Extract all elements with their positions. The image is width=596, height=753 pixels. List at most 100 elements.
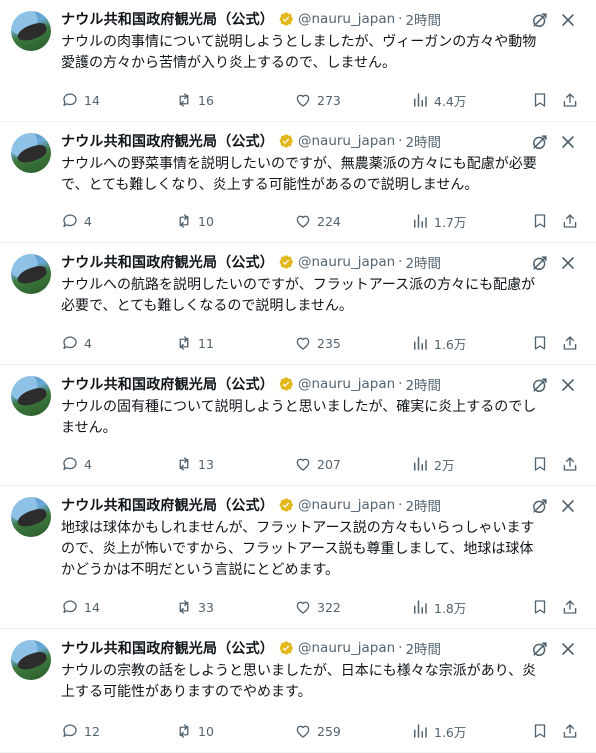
tweet[interactable]: ナウル共和国政府観光局（公式） @nauru_japan · 2時間 ナウルへの…	[0, 243, 596, 365]
bookmark-button[interactable]	[531, 721, 549, 741]
tweet-header: ナウル共和国政府観光局（公式） @nauru_japan · 2時間	[61, 637, 441, 659]
share-button[interactable]	[561, 333, 579, 353]
more-options-icon[interactable]	[558, 132, 578, 152]
tweet[interactable]: ナウル共和国政府観光局（公式） @nauru_japan · 2時間 ナウルの肉…	[0, 0, 596, 122]
timestamp[interactable]: 2時間	[405, 9, 441, 29]
reply-button[interactable]: 4	[61, 333, 92, 353]
avatar[interactable]	[11, 497, 51, 537]
share-icon	[563, 724, 577, 738]
reply-count: 14	[84, 599, 100, 615]
heart-icon	[296, 601, 310, 614]
reply-button[interactable]: 14	[61, 90, 100, 110]
grok-icon[interactable]	[530, 639, 550, 659]
more-options-icon[interactable]	[558, 253, 578, 273]
tweet-text: ナウルへの野菜事情を説明したいのですが、無農薬派の方々にも配慮が必要 で、とても…	[61, 156, 537, 193]
display-name[interactable]: ナウル共和国政府観光局（公式）	[61, 374, 274, 394]
retweet-icon	[179, 214, 189, 228]
handle[interactable]: @nauru_japan	[298, 11, 395, 27]
views-button[interactable]: 1.6万	[411, 333, 466, 353]
verified-badge-icon	[279, 12, 293, 26]
retweet-button[interactable]: 11	[175, 333, 214, 353]
handle[interactable]: @nauru_japan	[298, 254, 395, 270]
like-button[interactable]: 224	[294, 211, 341, 231]
more-options-icon[interactable]	[558, 375, 578, 395]
tweet-text: ナウルの固有種について説明しようと思いましたが、確実に炎上するのでし ません。	[61, 399, 537, 436]
avatar[interactable]	[11, 254, 51, 294]
bookmark-button[interactable]	[531, 90, 549, 110]
grok-icon[interactable]	[530, 375, 550, 395]
grok-icon[interactable]	[530, 132, 550, 152]
display-name[interactable]: ナウル共和国政府観光局（公式）	[61, 252, 274, 272]
views-button[interactable]: 4.4万	[411, 90, 466, 110]
reply-button[interactable]: 12	[61, 721, 100, 741]
timestamp[interactable]: 2時間	[405, 252, 441, 272]
views-chart-icon	[414, 214, 427, 228]
more-options-icon[interactable]	[558, 10, 578, 30]
bookmark-button[interactable]	[531, 211, 549, 231]
share-button[interactable]	[561, 454, 579, 474]
like-button[interactable]: 273	[294, 90, 341, 110]
tweet[interactable]: ナウル共和国政府観光局（公式） @nauru_japan · 2時間 地球は球体…	[0, 486, 596, 629]
tweet-actions: 12 10 259 1.6万	[61, 721, 581, 741]
view-count: 1.6万	[434, 724, 467, 740]
handle[interactable]: @nauru_japan	[298, 640, 395, 656]
views-button[interactable]: 1.7万	[411, 211, 466, 231]
display-name[interactable]: ナウル共和国政府観光局（公式）	[61, 9, 274, 29]
timestamp[interactable]: 2時間	[405, 638, 441, 658]
avatar[interactable]	[11, 133, 51, 173]
handle[interactable]: @nauru_japan	[298, 133, 395, 149]
share-button[interactable]	[561, 721, 579, 741]
retweet-icon	[179, 457, 189, 471]
bookmark-button[interactable]	[531, 333, 549, 353]
display-name[interactable]: ナウル共和国政府観光局（公式）	[61, 131, 274, 151]
retweet-button[interactable]: 33	[175, 597, 214, 617]
avatar[interactable]	[11, 11, 51, 51]
like-button[interactable]: 322	[294, 597, 341, 617]
reply-button[interactable]: 14	[61, 597, 100, 617]
retweet-count: 10	[198, 213, 214, 229]
share-button[interactable]	[561, 90, 579, 110]
like-button[interactable]: 235	[294, 333, 341, 353]
like-button[interactable]: 207	[294, 454, 341, 474]
display-name[interactable]: ナウル共和国政府観光局（公式）	[61, 495, 274, 515]
grok-icon[interactable]	[530, 496, 550, 516]
timestamp[interactable]: 2時間	[405, 374, 441, 394]
tweet-text: ナウルの肉事情について説明しようとしましたが、ヴィーガンの方々や動物 愛護の方々…	[61, 34, 537, 71]
views-button[interactable]: 1.6万	[411, 721, 466, 741]
share-icon	[563, 600, 577, 614]
bookmark-button[interactable]	[531, 454, 549, 474]
tweet[interactable]: ナウル共和国政府観光局（公式） @nauru_japan · 2時間 ナウルの宗…	[0, 629, 596, 753]
grok-icon[interactable]	[530, 253, 550, 273]
avatar[interactable]	[11, 640, 51, 680]
share-button[interactable]	[561, 597, 579, 617]
bookmark-icon	[534, 600, 546, 614]
share-button[interactable]	[561, 211, 579, 231]
views-chart-icon	[414, 600, 427, 614]
handle[interactable]: @nauru_japan	[298, 376, 395, 392]
view-count: 2万	[434, 457, 455, 473]
reply-button[interactable]: 4	[61, 454, 92, 474]
retweet-button[interactable]: 16	[175, 90, 214, 110]
timestamp[interactable]: 2時間	[405, 131, 441, 151]
more-options-icon[interactable]	[558, 639, 578, 659]
tweet[interactable]: ナウル共和国政府観光局（公式） @nauru_japan · 2時間 ナウルへの…	[0, 122, 596, 243]
display-name[interactable]: ナウル共和国政府観光局（公式）	[61, 638, 274, 658]
reply-button[interactable]: 4	[61, 211, 92, 231]
tweet-actions: 14 33 322 1.8万	[61, 597, 581, 617]
tweet-actions: 14 16 273 4.4万	[61, 90, 581, 110]
grok-icon[interactable]	[530, 10, 550, 30]
like-count: 235	[317, 335, 341, 351]
like-button[interactable]: 259	[294, 721, 341, 741]
avatar[interactable]	[11, 376, 51, 416]
views-button[interactable]: 2万	[411, 454, 454, 474]
more-options-icon[interactable]	[558, 496, 578, 516]
retweet-button[interactable]: 13	[175, 454, 214, 474]
retweet-button[interactable]: 10	[175, 211, 214, 231]
retweet-button[interactable]: 10	[175, 721, 214, 741]
handle[interactable]: @nauru_japan	[298, 497, 395, 513]
retweet-count: 33	[198, 599, 214, 615]
tweet[interactable]: ナウル共和国政府観光局（公式） @nauru_japan · 2時間 ナウルの固…	[0, 365, 596, 486]
bookmark-button[interactable]	[531, 597, 549, 617]
views-button[interactable]: 1.8万	[411, 597, 466, 617]
timestamp[interactable]: 2時間	[405, 495, 441, 515]
